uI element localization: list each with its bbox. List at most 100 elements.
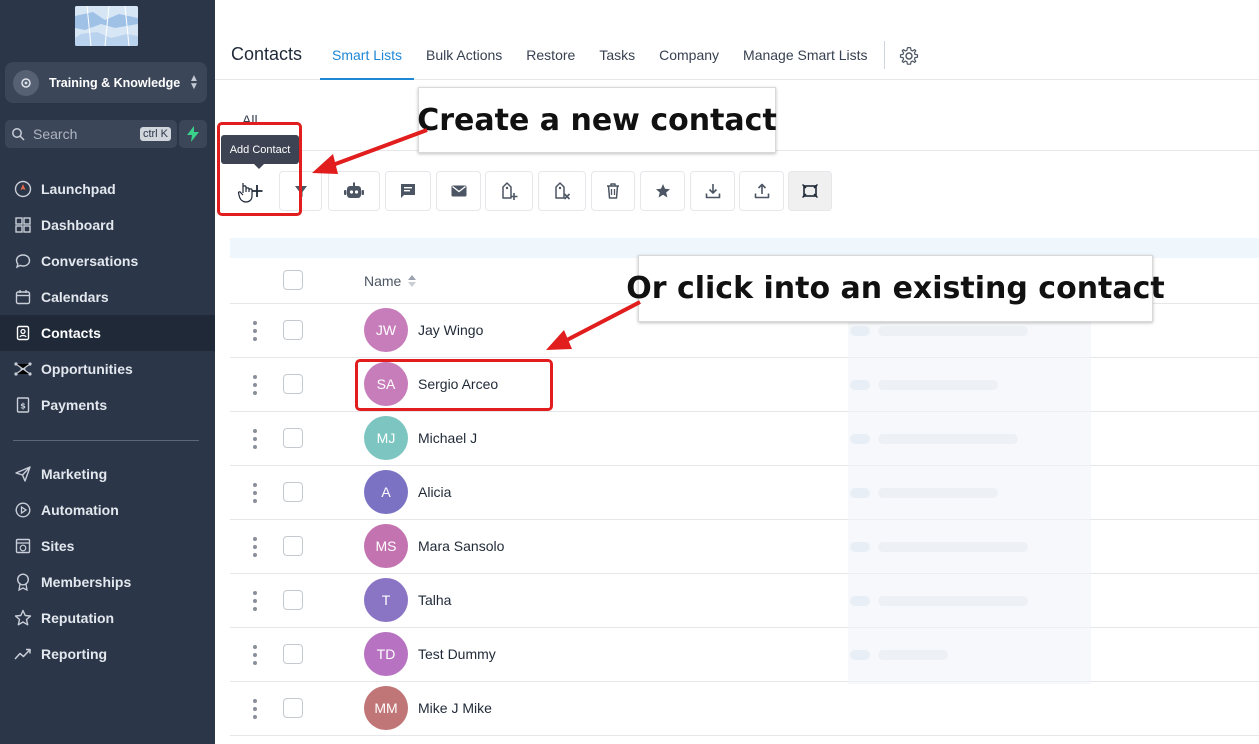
review-request-button[interactable] (640, 171, 685, 211)
arrow-line-new (329, 128, 428, 168)
name-column-header[interactable]: Name (364, 273, 417, 289)
avatar[interactable]: MS (364, 524, 408, 568)
updown-chevron-icon: ▲ ▼ (189, 72, 199, 92)
row-menu-icon[interactable] (252, 375, 258, 395)
sidebar-item-automation[interactable]: Automation (0, 492, 215, 528)
search-shortcut: ctrl K (139, 127, 171, 141)
globe-window-icon (13, 536, 33, 556)
contact-name-link[interactable]: Mara Sansolo (418, 538, 504, 554)
row-menu-icon[interactable] (252, 537, 258, 557)
sidebar-item-dashboard[interactable]: Dashboard (0, 207, 215, 243)
sidebar-item-contacts[interactable]: Contacts (0, 315, 215, 351)
select-all-checkbox[interactable] (283, 270, 303, 290)
row-checkbox[interactable] (283, 482, 303, 502)
callout-existing-contact: Or click into an existing contact (626, 255, 1165, 322)
contact-name-link[interactable]: Alicia (418, 484, 451, 500)
avatar[interactable]: T (364, 578, 408, 622)
email-button[interactable] (436, 171, 481, 211)
remove-tag-button[interactable] (538, 171, 586, 211)
sidebar-nav-secondary: Marketing Automation Sites Memberships R… (0, 456, 215, 672)
contact-name-link[interactable]: Jay Wingo (418, 322, 483, 338)
sidebar-item-label: Marketing (41, 466, 108, 482)
table-row[interactable]: TD Test Dummy (230, 628, 1259, 682)
row-menu-icon[interactable] (252, 483, 258, 503)
agency-logo[interactable] (75, 6, 138, 46)
row-checkbox[interactable] (283, 536, 303, 556)
avatar[interactable]: JW (364, 308, 408, 352)
contact-name-link[interactable]: Test Dummy (418, 646, 496, 662)
sms-button[interactable] (385, 171, 431, 211)
tab-restore[interactable]: Restore (514, 38, 587, 80)
table-row[interactable]: MS Mara Sansolo (230, 520, 1259, 574)
delete-button[interactable] (591, 171, 635, 211)
blurred-contact-details (848, 304, 1091, 684)
sidebar-divider (13, 440, 199, 441)
tab-company[interactable]: Company (647, 38, 731, 80)
search-input[interactable] (33, 126, 133, 142)
table-row[interactable]: MJ Michael J (230, 412, 1259, 466)
import-button[interactable] (690, 171, 735, 211)
avatar[interactable]: MM (364, 686, 408, 730)
sidebar-item-reputation[interactable]: Reputation (0, 600, 215, 636)
row-checkbox[interactable] (283, 374, 303, 394)
table-row[interactable]: MM Mike J Mike (230, 682, 1259, 736)
gear-icon[interactable] (899, 46, 919, 66)
contact-name-link[interactable]: Talha (418, 592, 451, 608)
sidebar: Training & Knowledge ▲▼ ctrl K Launchpad… (0, 0, 215, 744)
row-menu-icon[interactable] (252, 429, 258, 449)
avatar[interactable]: TD (364, 632, 408, 676)
sidebar-item-opportunities[interactable]: Opportunities (0, 351, 215, 387)
search-icon (12, 128, 25, 141)
sidebar-item-calendars[interactable]: Calendars (0, 279, 215, 315)
tab-manage-smart-lists[interactable]: Manage Smart Lists (731, 38, 880, 80)
avatar[interactable]: MJ (364, 416, 408, 460)
tab-smart-lists[interactable]: Smart Lists (320, 38, 415, 80)
row-menu-icon[interactable] (252, 591, 258, 611)
contact-name-link[interactable]: Mike J Mike (418, 700, 492, 716)
row-checkbox[interactable] (283, 590, 303, 610)
sidebar-item-memberships[interactable]: Memberships (0, 564, 215, 600)
quick-actions-button[interactable] (179, 120, 207, 148)
row-menu-icon[interactable] (252, 645, 258, 665)
tab-tasks[interactable]: Tasks (587, 38, 647, 80)
row-checkbox[interactable] (283, 428, 303, 448)
play-circle-icon (13, 500, 33, 520)
header-tabs: Smart Lists Bulk Actions Restore Tasks C… (320, 38, 919, 80)
sidebar-item-label: Dashboard (41, 217, 115, 233)
search-box[interactable]: ctrl K (5, 120, 177, 148)
contact-book-icon (13, 323, 33, 343)
row-checkbox[interactable] (283, 644, 303, 664)
invoice-icon: $ (13, 395, 33, 415)
account-switcher[interactable]: Training & Knowledge ▲ ▼ (5, 62, 207, 103)
add-tag-button[interactable] (485, 171, 533, 211)
trash-icon (607, 183, 619, 199)
sidebar-item-sites[interactable]: Sites (0, 528, 215, 564)
merge-button[interactable] (788, 171, 832, 211)
export-button[interactable] (739, 171, 784, 211)
sidebar-item-label: Payments (41, 397, 108, 413)
message-icon (401, 184, 415, 198)
chat-bubble-icon (13, 251, 33, 271)
row-checkbox[interactable] (283, 698, 303, 718)
tag-add-icon (502, 182, 518, 200)
upload-icon (754, 183, 769, 199)
table-row[interactable]: A Alicia (230, 466, 1259, 520)
network-icon (13, 359, 33, 379)
sidebar-item-payments[interactable]: $ Payments (0, 387, 215, 423)
sidebar-item-launchpad[interactable]: Launchpad (0, 171, 215, 207)
table-row[interactable]: T Talha (230, 574, 1259, 628)
tag-remove-icon (555, 182, 571, 200)
avatar[interactable]: A (364, 470, 408, 514)
location-icon (13, 69, 39, 96)
tab-bulk-actions[interactable]: Bulk Actions (414, 38, 514, 80)
row-menu-icon[interactable] (252, 321, 258, 341)
sidebar-item-marketing[interactable]: Marketing (0, 456, 215, 492)
contact-name-link[interactable]: Michael J (418, 430, 477, 446)
row-menu-icon[interactable] (252, 699, 258, 719)
sort-icon (408, 275, 417, 287)
sidebar-item-reporting[interactable]: Reporting (0, 636, 215, 672)
automation-button[interactable] (328, 171, 380, 211)
sidebar-item-conversations[interactable]: Conversations (0, 243, 215, 279)
row-checkbox[interactable] (283, 320, 303, 340)
app-window: Training & Knowledge ▲▼ ctrl K Launchpad… (0, 0, 1259, 744)
